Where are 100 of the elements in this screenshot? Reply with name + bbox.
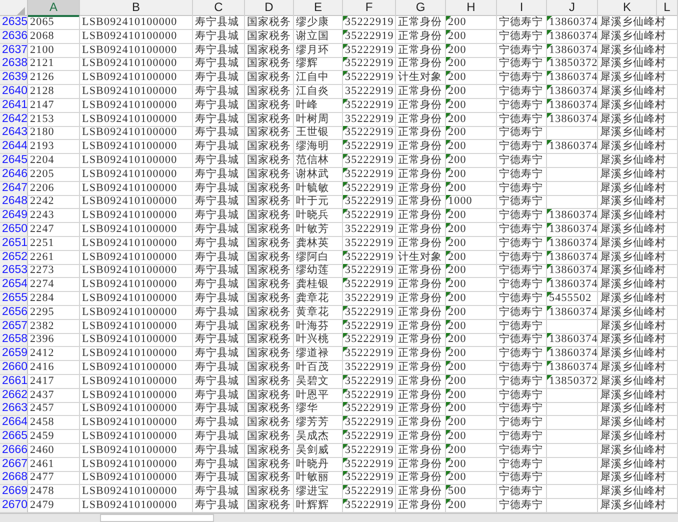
row-header[interactable]: 2662 <box>0 388 28 403</box>
table-cell: 35222919 <box>343 154 396 168</box>
row-header[interactable]: 2654 <box>0 278 28 292</box>
column-header[interactable]: B <box>80 0 193 17</box>
column-header[interactable]: K <box>598 0 657 17</box>
row-header[interactable]: 2667 <box>0 458 28 472</box>
table-cell: 寿宁县城 <box>193 222 245 237</box>
row-header[interactable]: 2637 <box>0 44 28 58</box>
row-header[interactable]: 2664 <box>0 416 28 430</box>
table-cell: 寿宁县城 <box>193 16 245 30</box>
table-cell: 正常身份 <box>396 264 446 278</box>
row-header[interactable]: 2650 <box>0 222 28 237</box>
table-cell: 35222919 <box>343 374 396 389</box>
row-header[interactable]: 2655 <box>0 292 28 306</box>
row-header[interactable]: 2670 <box>0 498 28 513</box>
table-cell: 犀溪乡仙峰村 <box>598 30 678 44</box>
table-cell: 国家税务 <box>245 471 294 486</box>
row-header[interactable]: 2638 <box>0 57 28 72</box>
table-cell: 计生对象 <box>396 71 446 86</box>
row-header[interactable]: 2635 <box>0 16 28 30</box>
row-header[interactable]: 2644 <box>0 140 28 154</box>
row-header[interactable]: 2658 <box>0 333 28 348</box>
table-cell: 35222919 <box>343 98 396 113</box>
table-cell: 宁德寿宁 <box>497 154 547 168</box>
row-header[interactable]: 2665 <box>0 430 28 444</box>
table-cell: 国家税务 <box>245 264 294 278</box>
table-cell: 寿宁县城 <box>193 154 245 168</box>
row-header[interactable]: 2657 <box>0 320 28 334</box>
table-cell: 叶毓敏 <box>294 182 343 196</box>
column-header[interactable]: G <box>396 0 446 17</box>
table-cell: 黄章花 <box>294 306 343 320</box>
row-header[interactable]: 2640 <box>0 84 28 99</box>
table-cell: 犀溪乡仙峰村 <box>598 98 678 113</box>
table-cell: 13860374 <box>547 84 598 99</box>
table-cell: 正常身份 <box>396 16 446 30</box>
column-header[interactable]: L <box>657 0 678 17</box>
row-header[interactable]: 2641 <box>0 98 28 113</box>
table-cell: 国家税务 <box>245 168 294 182</box>
row-header[interactable]: 2636 <box>0 30 28 44</box>
table-cell: 犀溪乡仙峰村 <box>598 402 678 416</box>
row-header[interactable]: 2643 <box>0 126 28 140</box>
row-header[interactable]: 2653 <box>0 264 28 278</box>
column-header[interactable]: C <box>193 0 245 17</box>
table-cell: 犀溪乡仙峰村 <box>598 209 678 224</box>
table-cell: 13860374 <box>547 71 598 86</box>
row-header[interactable]: 2647 <box>0 182 28 196</box>
column-header[interactable]: F <box>343 0 396 17</box>
row-header[interactable]: 2659 <box>0 347 28 362</box>
table-cell: 正常身份 <box>396 30 446 44</box>
table-cell: 2121 <box>28 57 80 72</box>
row-header[interactable]: 2668 <box>0 471 28 486</box>
column-header[interactable]: E <box>294 0 343 17</box>
table-cell: 宁德寿宁 <box>497 182 547 196</box>
table-cell: 200 <box>446 126 497 140</box>
empty-cell <box>547 471 598 486</box>
table-cell: 正常身份 <box>396 195 446 210</box>
row-header[interactable]: 2649 <box>0 209 28 224</box>
table-cell: 正常身份 <box>396 98 446 113</box>
table-cell: 国家税务 <box>245 320 294 334</box>
row-header[interactable]: 2651 <box>0 236 28 251</box>
table-cell: 200 <box>446 333 497 348</box>
row-header[interactable]: 2663 <box>0 402 28 416</box>
row-header[interactable]: 2642 <box>0 112 28 127</box>
row-header[interactable]: 2652 <box>0 250 28 265</box>
table-cell: LSB092410100000 <box>80 430 193 444</box>
column-header[interactable]: D <box>245 0 294 17</box>
row-header[interactable]: 2669 <box>0 485 28 500</box>
column-header[interactable]: J <box>547 0 598 17</box>
table-cell: 寿宁县城 <box>193 250 245 265</box>
table-cell: 叶海芬 <box>294 320 343 334</box>
row-header[interactable]: 2656 <box>0 306 28 320</box>
column-header[interactable]: A <box>28 0 80 17</box>
table-cell: 国家税务 <box>245 30 294 44</box>
row-header[interactable]: 2645 <box>0 154 28 168</box>
table-cell: 国家税务 <box>245 430 294 444</box>
table-cell: 宁德寿宁 <box>497 320 547 334</box>
table-cell: 寿宁县城 <box>193 444 245 458</box>
table-cell: 吴成杰 <box>294 430 343 444</box>
table-cell: 宁德寿宁 <box>497 471 547 486</box>
row-header[interactable]: 2639 <box>0 71 28 86</box>
table-cell: 寿宁县城 <box>193 458 245 472</box>
row-header[interactable]: 2648 <box>0 195 28 210</box>
table-cell: 13860374 <box>547 222 598 237</box>
row-header[interactable]: 2646 <box>0 168 28 182</box>
column-header[interactable]: I <box>497 0 547 17</box>
table-cell: 吴剑威 <box>294 444 343 458</box>
table-cell: 35222919 <box>343 458 396 472</box>
table-cell: 宁德寿宁 <box>497 416 547 430</box>
row-header[interactable]: 2661 <box>0 374 28 389</box>
table-cell: 犀溪乡仙峰村 <box>598 126 678 140</box>
table-cell: 2437 <box>28 388 80 403</box>
horizontal-scrollbar[interactable] <box>100 514 214 522</box>
table-cell: 犀溪乡仙峰村 <box>598 84 678 99</box>
row-header[interactable]: 2666 <box>0 444 28 458</box>
row-header[interactable]: 2660 <box>0 360 28 375</box>
table-cell: 江自炎 <box>294 84 343 99</box>
table-cell: 国家税务 <box>245 84 294 99</box>
column-header[interactable]: H <box>446 0 497 17</box>
table-cell: 2412 <box>28 347 80 362</box>
table-cell: 犀溪乡仙峰村 <box>598 16 678 30</box>
